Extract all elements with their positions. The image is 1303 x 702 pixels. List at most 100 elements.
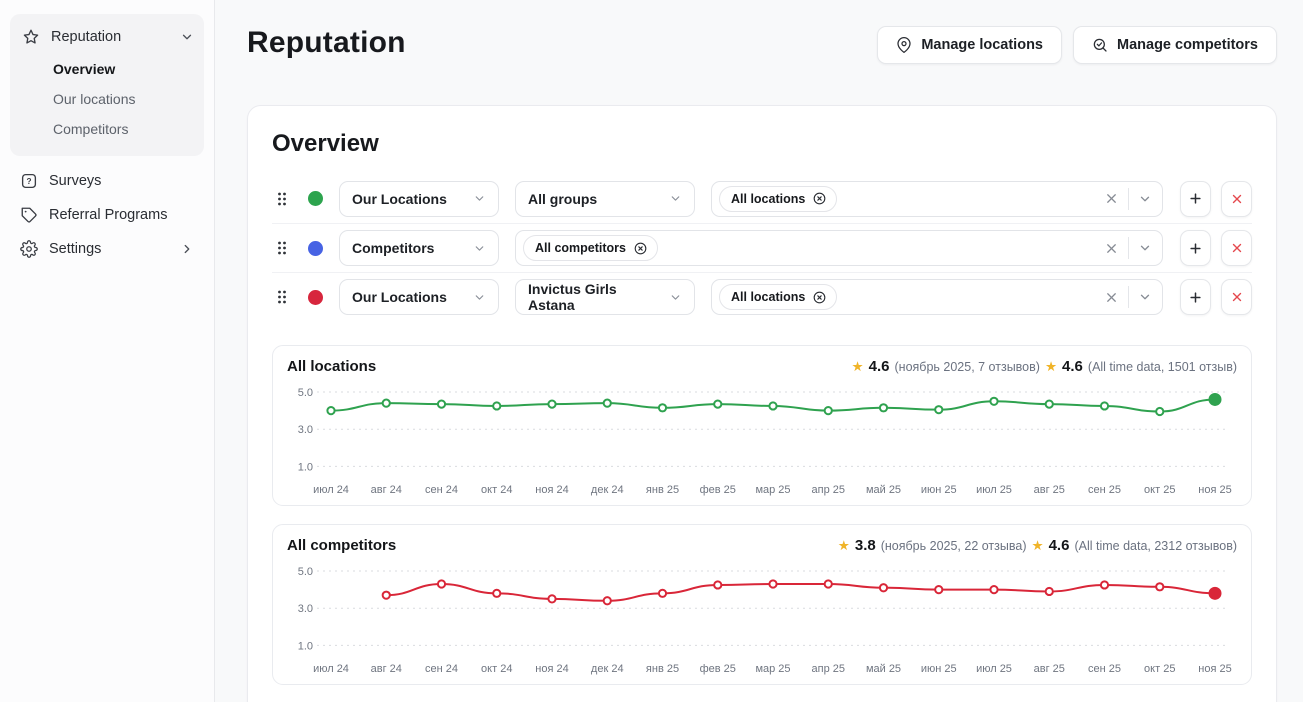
remove-series-button[interactable] bbox=[1221, 230, 1252, 266]
sidebar-item-settings[interactable]: Settings bbox=[10, 232, 204, 266]
drag-handle-icon[interactable] bbox=[276, 240, 290, 256]
svg-text:5.0: 5.0 bbox=[298, 387, 313, 399]
series-color-dot bbox=[308, 241, 323, 256]
chevron-right-icon bbox=[180, 242, 194, 256]
sidebar-group-reputation: Reputation Overview Our locations Compet… bbox=[10, 14, 204, 156]
rating-note: (All time data, 2312 отзывов) bbox=[1074, 539, 1237, 553]
multiselect-controls bbox=[1104, 286, 1152, 308]
competitors-multiselect[interactable]: All competitors bbox=[515, 230, 1163, 266]
locations-multiselect[interactable]: All locations bbox=[711, 181, 1163, 217]
multiselect-controls bbox=[1104, 188, 1152, 210]
sidebar-item-label: Reputation bbox=[51, 29, 169, 45]
page-title: Reputation bbox=[247, 26, 406, 60]
svg-text:ноя 25: ноя 25 bbox=[1198, 484, 1231, 496]
sidebar-item-label: Settings bbox=[49, 241, 169, 257]
source-select[interactable]: Our Locations bbox=[339, 181, 499, 217]
source-select[interactable]: Competitors bbox=[339, 230, 499, 266]
svg-text:сен 25: сен 25 bbox=[1088, 484, 1121, 496]
remove-series-button[interactable] bbox=[1221, 279, 1252, 315]
clear-icon[interactable] bbox=[1104, 191, 1119, 206]
group-select[interactable]: All groups bbox=[515, 181, 695, 217]
selected-tag[interactable]: All locations bbox=[719, 186, 837, 212]
location-select[interactable]: Invictus Girls Astana bbox=[515, 279, 695, 315]
chart-ratings: ★ 3.8 (ноябрь 2025, 22 отзыва) ★ 4.6 (Al… bbox=[838, 537, 1237, 554]
svg-text:3.0: 3.0 bbox=[298, 424, 313, 436]
sidebar-item-overview[interactable]: Overview bbox=[20, 54, 196, 84]
locations-multiselect[interactable]: All locations bbox=[711, 279, 1163, 315]
selected-tag-label: All locations bbox=[731, 290, 805, 304]
chevron-down-icon bbox=[473, 192, 486, 205]
svg-text:окт 24: окт 24 bbox=[481, 663, 512, 675]
sidebar-item-label: Referral Programs bbox=[49, 207, 194, 223]
rating-note: (ноябрь 2025, 7 отзывов) bbox=[895, 360, 1040, 374]
sidebar-item-referral-programs[interactable]: Referral Programs bbox=[10, 198, 204, 232]
all-locations-line-chart: 5.03.01.0июл 24авг 24сен 24окт 24ноя 24д… bbox=[287, 383, 1232, 497]
chart-title: All competitors bbox=[287, 537, 396, 554]
remove-tag-icon[interactable] bbox=[812, 191, 827, 206]
selected-tag-label: All locations bbox=[731, 192, 805, 206]
add-series-button[interactable] bbox=[1180, 230, 1211, 266]
clear-icon[interactable] bbox=[1104, 241, 1119, 256]
svg-text:июн 25: июн 25 bbox=[921, 484, 957, 496]
overview-card: Overview Our Locations All groups bbox=[247, 105, 1277, 702]
svg-text:фев 25: фев 25 bbox=[700, 484, 736, 496]
divider bbox=[1128, 237, 1129, 259]
remove-series-button[interactable] bbox=[1221, 181, 1252, 217]
drag-handle-icon[interactable] bbox=[276, 191, 290, 207]
source-select[interactable]: Our Locations bbox=[339, 279, 499, 315]
survey-icon: ? bbox=[20, 172, 38, 190]
add-series-button[interactable] bbox=[1180, 279, 1211, 315]
add-series-button[interactable] bbox=[1180, 181, 1211, 217]
selected-tag[interactable]: All locations bbox=[719, 284, 837, 310]
source-select-value: Our Locations bbox=[352, 289, 447, 305]
divider bbox=[1128, 286, 1129, 308]
svg-text:мар 25: мар 25 bbox=[755, 484, 790, 496]
filter-row-competitors: Competitors All competitors bbox=[272, 223, 1252, 272]
chevron-down-icon bbox=[473, 291, 486, 304]
svg-text:июл 25: июл 25 bbox=[976, 663, 1012, 675]
remove-tag-icon[interactable] bbox=[633, 241, 648, 256]
svg-text:июн 25: июн 25 bbox=[921, 663, 957, 675]
sidebar-item-reputation[interactable]: Reputation bbox=[20, 20, 196, 54]
chart-ratings: ★ 4.6 (ноябрь 2025, 7 отзывов) ★ 4.6 (Al… bbox=[852, 358, 1237, 375]
star-icon bbox=[22, 28, 40, 46]
chevron-down-icon[interactable] bbox=[1138, 241, 1152, 255]
sidebar-item-our-locations[interactable]: Our locations bbox=[20, 84, 196, 114]
chevron-down-icon bbox=[473, 242, 486, 255]
remove-tag-icon[interactable] bbox=[812, 290, 827, 305]
star-icon: ★ bbox=[1031, 538, 1043, 554]
group-select-value: All groups bbox=[528, 191, 597, 207]
page-header: Reputation Manage locations Manage compe… bbox=[247, 26, 1277, 64]
svg-text:окт 24: окт 24 bbox=[481, 484, 512, 496]
svg-text:апр 25: апр 25 bbox=[812, 484, 845, 496]
svg-text:авг 24: авг 24 bbox=[371, 663, 402, 675]
chevron-down-icon[interactable] bbox=[1138, 290, 1152, 304]
sidebar-item-label: Surveys bbox=[49, 173, 194, 189]
all-competitors-line-chart: 5.03.01.0июл 24авг 24сен 24окт 24ноя 24д… bbox=[287, 562, 1232, 676]
clear-icon[interactable] bbox=[1104, 290, 1119, 305]
manage-competitors-label: Manage competitors bbox=[1117, 37, 1258, 53]
star-icon: ★ bbox=[1045, 359, 1057, 375]
gear-icon bbox=[20, 240, 38, 258]
chevron-down-icon[interactable] bbox=[1138, 192, 1152, 206]
svg-text:авг 24: авг 24 bbox=[371, 484, 402, 496]
sidebar-item-surveys[interactable]: ? Surveys bbox=[10, 164, 204, 198]
selected-tag[interactable]: All competitors bbox=[523, 235, 658, 261]
drag-handle-icon[interactable] bbox=[276, 289, 290, 305]
svg-text:сен 24: сен 24 bbox=[425, 663, 458, 675]
svg-text:окт 25: окт 25 bbox=[1144, 663, 1175, 675]
location-select-value: Invictus Girls Astana bbox=[528, 281, 661, 313]
rating-badge-current: ★ 4.6 (ноябрь 2025, 7 отзывов) bbox=[852, 358, 1040, 375]
filter-row-invictus: Our Locations Invictus Girls Astana All … bbox=[272, 272, 1252, 321]
manage-competitors-button[interactable]: Manage competitors bbox=[1073, 26, 1277, 64]
rating-badge-current: ★ 3.8 (ноябрь 2025, 22 отзыва) bbox=[838, 537, 1027, 554]
sidebar-item-competitors[interactable]: Competitors bbox=[20, 114, 196, 144]
manage-locations-button[interactable]: Manage locations bbox=[877, 26, 1062, 64]
svg-text:май 25: май 25 bbox=[866, 663, 901, 675]
app-root: Reputation Overview Our locations Compet… bbox=[0, 0, 1303, 702]
rating-badge-alltime: ★ 4.6 (All time data, 2312 отзывов) bbox=[1031, 537, 1237, 554]
rating-note: (ноябрь 2025, 22 отзыва) bbox=[881, 539, 1027, 553]
overview-title: Overview bbox=[272, 130, 1252, 158]
svg-text:янв 25: янв 25 bbox=[646, 484, 679, 496]
svg-text:сен 24: сен 24 bbox=[425, 484, 458, 496]
